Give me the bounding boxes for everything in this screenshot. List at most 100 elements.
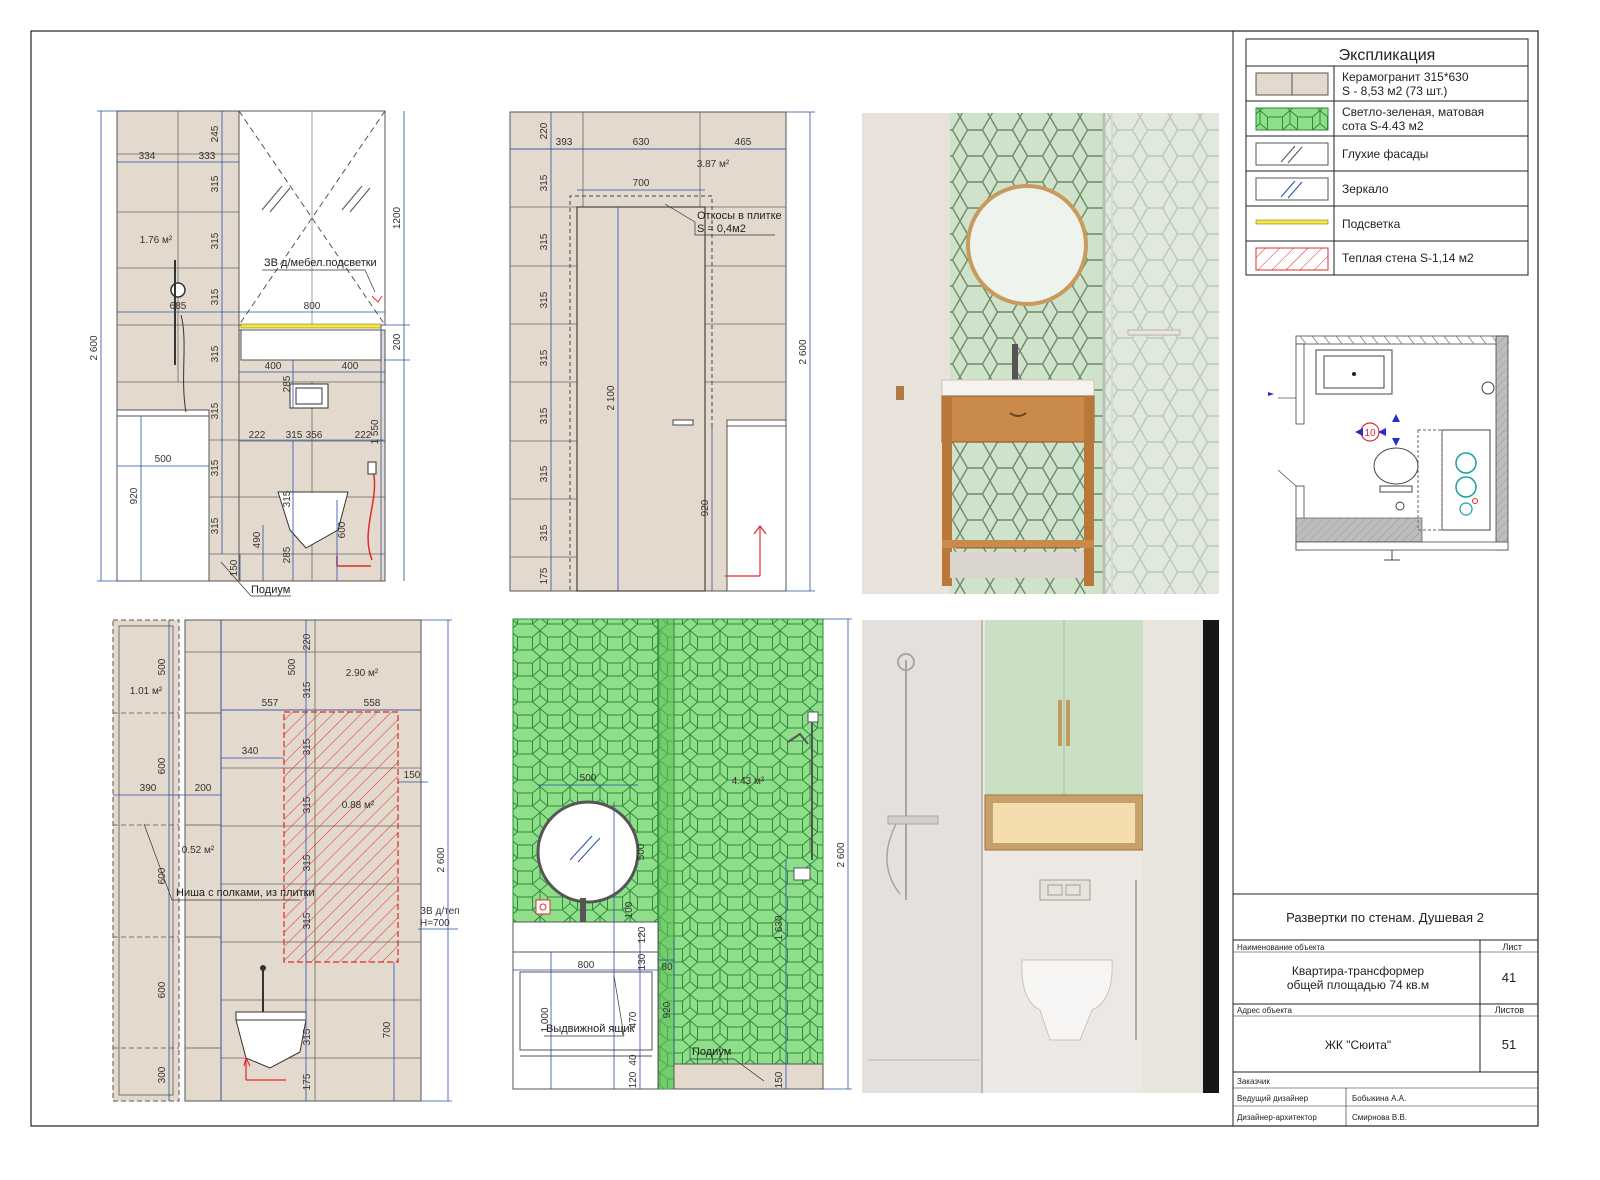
wall-a-note-light: ЗВ д/мебел.подсветки <box>264 257 377 269</box>
wall-a-h285a: 285 <box>282 375 293 392</box>
wall-d-h920: 920 <box>662 1001 673 1018</box>
wall-c-h315-5: 315 <box>302 912 313 929</box>
wall-c-h220: 220 <box>302 633 313 650</box>
elevation-wall-a: 2 600 1200 200 1 550 920 334 333 685 800… <box>89 110 410 597</box>
elevation-wall-d: 2 600 4.43 м² 500 500 100 120 130 800 80… <box>512 618 852 1090</box>
wall-b-slopes-line2: S = 0,4м2 <box>697 223 746 235</box>
wall-c-w200: 200 <box>195 783 212 794</box>
wall-a-h285b: 285 <box>282 546 293 563</box>
wall-b-w630: 630 <box>633 137 650 148</box>
architect-label: Дизайнер-архитектор <box>1237 1113 1317 1122</box>
wall-a-w222a: 222 <box>249 430 266 441</box>
wall-c-niche-note: Ниша с полками, из плитки <box>176 887 315 899</box>
legend-swatch-green-hex <box>1255 107 1329 131</box>
wall-a-w500: 500 <box>155 454 172 465</box>
wall-d-podium: Подиум <box>692 1046 731 1058</box>
wall-a-w356: 356 <box>306 430 323 441</box>
render-toilet <box>862 620 1219 1093</box>
legend-swatch-backlight <box>1255 219 1329 225</box>
wall-b-h315-6: 315 <box>539 465 550 482</box>
legend-item-2-line1: Светло-зеленая, матовая <box>1342 105 1484 119</box>
sheets-label: Листов <box>1495 1005 1524 1015</box>
wall-a-w800: 800 <box>304 301 321 312</box>
wall-c-height: 2 600 <box>436 847 447 872</box>
title-block: Развертки по стенам. Душевая 2 Наименова… <box>1232 893 1539 1127</box>
wall-b-h315-2: 315 <box>539 233 550 250</box>
render-vanity <box>862 113 1219 594</box>
elevation-wall-c: 2 600 1.01 м² 2.90 м² 0.52 м² 0.88 м² 50… <box>112 619 460 1102</box>
wall-d-w80: 80 <box>661 962 673 973</box>
address-label: Адрес объекта <box>1237 1006 1293 1015</box>
wall-d-h100: 100 <box>624 901 635 918</box>
legend-swatch-mirror <box>1255 177 1329 201</box>
wall-b-w465: 465 <box>735 137 752 148</box>
wall-c-h700: 700 <box>382 1021 393 1038</box>
architect-name: Смирнова В.В. <box>1352 1113 1407 1122</box>
legend: Экспликация Керамогранит 315*630 S - 8,5… <box>1245 38 1529 276</box>
wall-c-h315-1: 315 <box>302 681 313 698</box>
wall-a-h315-6: 315 <box>210 459 221 476</box>
wall-a-h315-7: 315 <box>210 517 221 534</box>
sheet-label: Лист <box>1502 942 1522 952</box>
legend-item-6: Теплая стена S-1,14 м2 <box>1342 251 1474 265</box>
floor-plan: 10 <box>1268 335 1509 561</box>
wall-a-w400b: 400 <box>342 361 359 372</box>
wall-b-h315-5: 315 <box>539 407 550 424</box>
wall-d-h500: 500 <box>636 843 647 860</box>
wall-a-h600: 600 <box>337 521 348 538</box>
wall-c-h315-6: 315 <box>302 1028 313 1045</box>
backlight-shelf <box>240 323 382 329</box>
wall-b-w700: 700 <box>633 178 650 189</box>
wall-c-h600b: 600 <box>157 867 168 884</box>
wall-d-w800: 800 <box>578 960 595 971</box>
wall-c-zv2: H=700 <box>420 918 450 929</box>
wall-c-w340: 340 <box>242 746 259 757</box>
legend-item-2-line2: сота S-4.43 м2 <box>1342 119 1424 133</box>
wall-b-h220: 220 <box>539 122 550 139</box>
lead-designer-label: Ведущий дизайнер <box>1237 1094 1309 1103</box>
wall-d-height: 2 600 <box>836 842 847 867</box>
sheets-count: 51 <box>1502 1037 1516 1052</box>
wall-b-h315-4: 315 <box>539 349 550 366</box>
wall-b-w393: 393 <box>556 137 573 148</box>
wall-a-h315-5: 315 <box>210 402 221 419</box>
wall-c-h500b: 500 <box>287 658 298 675</box>
wall-d-h130: 130 <box>637 953 648 970</box>
drawing-sheet: Экспликация Керамогранит 315*630 S - 8,5… <box>30 30 1539 1127</box>
door <box>576 206 706 592</box>
wall-c-w558: 558 <box>364 698 381 709</box>
wall-d-mirror <box>536 800 640 904</box>
wall-b-h315-1: 315 <box>539 174 550 191</box>
wall-a-w334: 334 <box>139 151 156 162</box>
wall-a-area: 1.76 м² <box>140 235 173 246</box>
object-name-line2: общей площадью 74 кв.м <box>1287 978 1429 992</box>
wall-d-h40: 40 <box>628 1054 639 1066</box>
wall-a-h315-1: 315 <box>210 175 221 192</box>
wall-c-area4: 0.88 м² <box>342 800 375 811</box>
wall-a-w685: 685 <box>170 301 187 312</box>
wall-a-h150: 150 <box>229 559 240 576</box>
legend-item-3: Глухие фасады <box>1342 147 1428 161</box>
legend-swatch-warm-wall <box>1255 247 1329 271</box>
wall-b-d2100: 2 100 <box>606 385 617 410</box>
wall-d-drawer-note: Выдвижной ящик <box>546 1023 635 1035</box>
wall-d-d1630: 1 630 <box>774 915 785 940</box>
legend-item-4: Зеркало <box>1342 182 1389 196</box>
wall-c-h300: 300 <box>157 1066 168 1083</box>
wall-a-h315-4: 315 <box>210 345 221 362</box>
wall-c-area1: 1.01 м² <box>130 686 163 697</box>
wall-c-h175: 175 <box>302 1073 313 1090</box>
wall-a-d1200: 1200 <box>392 206 403 229</box>
wall-a-h315-2: 315 <box>210 232 221 249</box>
wall-b-slopes-line1: Откосы в плитке <box>697 210 782 222</box>
wall-c-w150: 150 <box>404 770 421 781</box>
wall-b-h175: 175 <box>539 567 550 584</box>
wall-b-h315-7: 315 <box>539 524 550 541</box>
legend-item-5: Подсветка <box>1342 217 1401 231</box>
wall-b-h315-3: 315 <box>539 291 550 308</box>
wall-c-w390: 390 <box>140 783 157 794</box>
wall-a-w400a: 400 <box>265 361 282 372</box>
elevation-wall-b: 2 600 220 315 315 315 315 315 315 315 17… <box>509 111 815 592</box>
wall-c-zv1: ЗВ д/теп <box>420 906 460 917</box>
wood-vanity <box>941 395 1095 443</box>
